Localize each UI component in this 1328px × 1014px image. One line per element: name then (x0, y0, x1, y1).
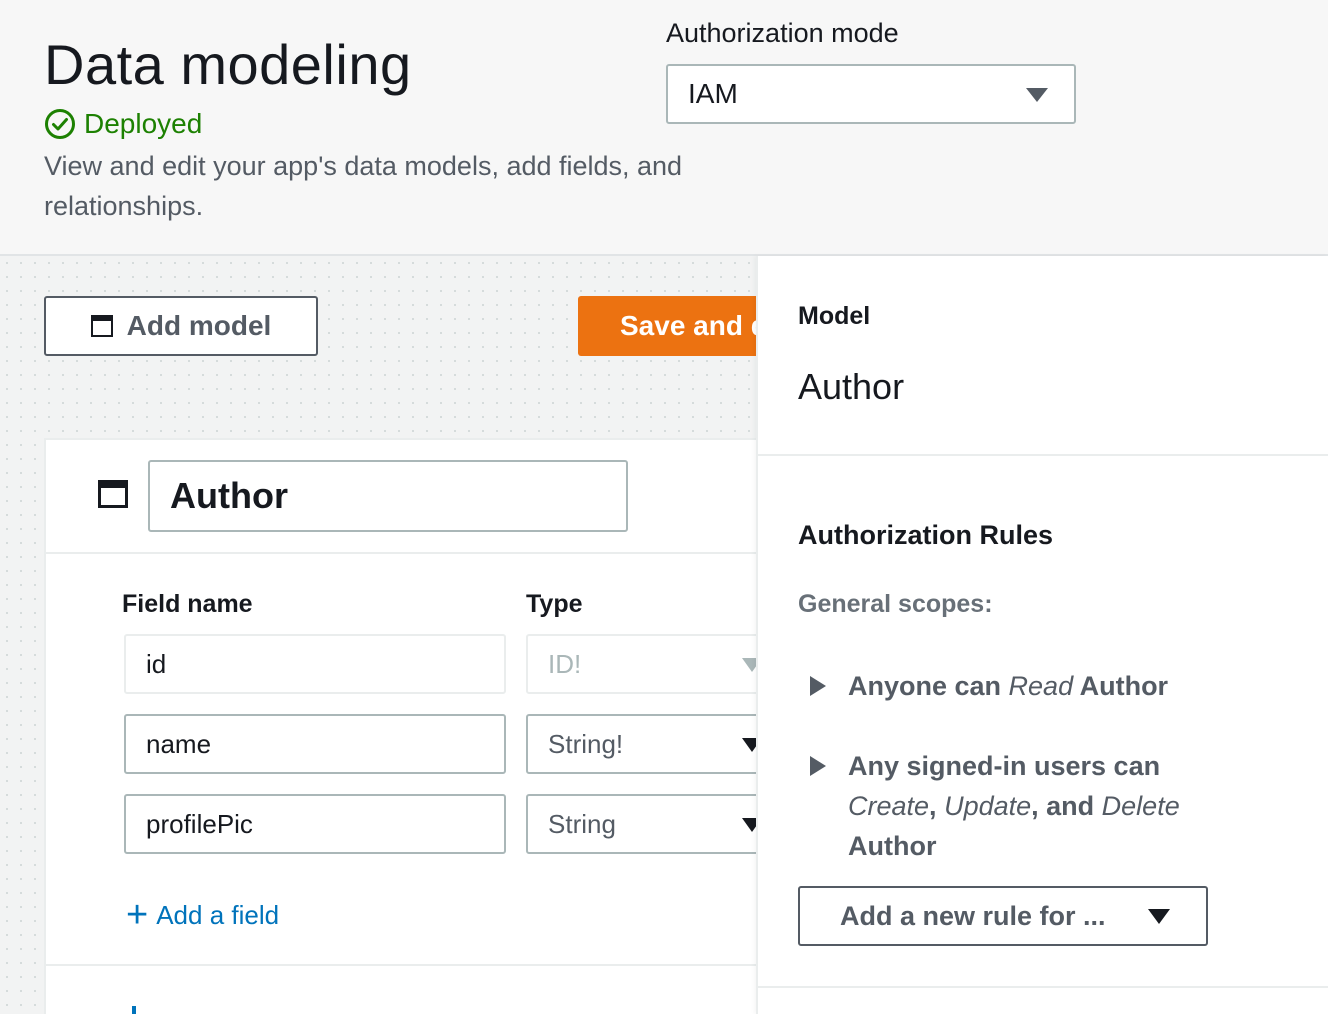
model-name-input[interactable]: Author (148, 460, 628, 532)
model-card-header: Author (46, 440, 756, 554)
divider (46, 964, 756, 966)
panel-model-name: Author (798, 366, 905, 407)
save-and-deploy-button[interactable]: Save and deploy (578, 296, 756, 356)
auth-mode-value: IAM (688, 78, 738, 109)
window-icon (98, 480, 128, 508)
field-name-value: id (146, 648, 167, 679)
caret-down-icon (742, 738, 756, 752)
rule-anyone-read[interactable]: Anyone can Read Author (810, 666, 1168, 706)
field-name-value: name (146, 728, 212, 759)
caret-down-icon (742, 818, 756, 832)
model-name-value: Author (170, 475, 288, 516)
page-header: Data modeling Deployed View and edit you… (0, 0, 1328, 256)
expand-triangle-icon[interactable] (810, 756, 826, 776)
field-type-value: String (548, 808, 616, 839)
model-canvas: Add model Save and deploy Author Field n… (0, 256, 756, 1014)
field-type-value: ID! (548, 648, 582, 679)
page-description: View and edit your app's data models, ad… (44, 151, 683, 221)
plus-icon: + (126, 894, 149, 936)
add-field-link[interactable]: + Add a field (126, 896, 279, 934)
caret-down-icon (742, 658, 756, 672)
type-header: Type (526, 590, 583, 618)
caret-down-icon (1026, 88, 1048, 102)
field-type-value: String! (548, 728, 624, 759)
rule-text: Any signed-in users can Create, Update, … (848, 751, 1180, 861)
add-new-rule-label: Add a new rule for ... (840, 900, 1106, 931)
status-deployed: Deployed (44, 108, 202, 140)
authorization-rules-title: Authorization Rules (798, 520, 1053, 550)
field-type-select-profilepic[interactable]: String (526, 794, 756, 854)
add-model-button[interactable]: Add model (44, 296, 318, 356)
divider (758, 454, 1328, 456)
status-text: Deployed (84, 108, 203, 139)
caret-down-icon (1148, 909, 1170, 924)
field-name-header: Field name (122, 590, 253, 618)
window-icon (90, 315, 113, 337)
add-model-label: Add model (126, 310, 272, 341)
page-title: Data modeling (44, 33, 412, 96)
field-name-input-name[interactable]: name (124, 714, 506, 774)
field-type-select-name[interactable]: String! (526, 714, 756, 774)
save-label: Save and deploy (620, 310, 756, 341)
field-type-select-id[interactable]: ID! (526, 634, 756, 694)
field-name-input-profilepic[interactable]: profilePic (124, 794, 506, 854)
plus-icon (132, 1006, 136, 1014)
rule-signed-in-users[interactable]: Any signed-in users can Create, Update, … (810, 746, 1250, 866)
add-field-label: Add a field (156, 899, 280, 930)
model-section-label: Model (798, 302, 871, 330)
check-circle-icon (45, 109, 75, 139)
model-details-panel: Model Author Authorization Rules General… (756, 256, 1328, 1014)
field-name-value: profilePic (146, 808, 253, 839)
field-name-input-id[interactable]: id (124, 634, 506, 694)
model-card-author: Author Field name Type id ID! name Strin… (44, 438, 756, 1014)
add-new-rule-dropdown[interactable]: Add a new rule for ... (798, 886, 1208, 946)
divider (758, 986, 1328, 988)
expand-triangle-icon[interactable] (810, 676, 826, 696)
auth-mode-label: Authorization mode (666, 18, 899, 48)
rule-text: Anyone can Read Author (848, 671, 1169, 701)
general-scopes-label: General scopes: (798, 590, 993, 618)
auth-mode-select[interactable]: IAM (666, 64, 1076, 124)
